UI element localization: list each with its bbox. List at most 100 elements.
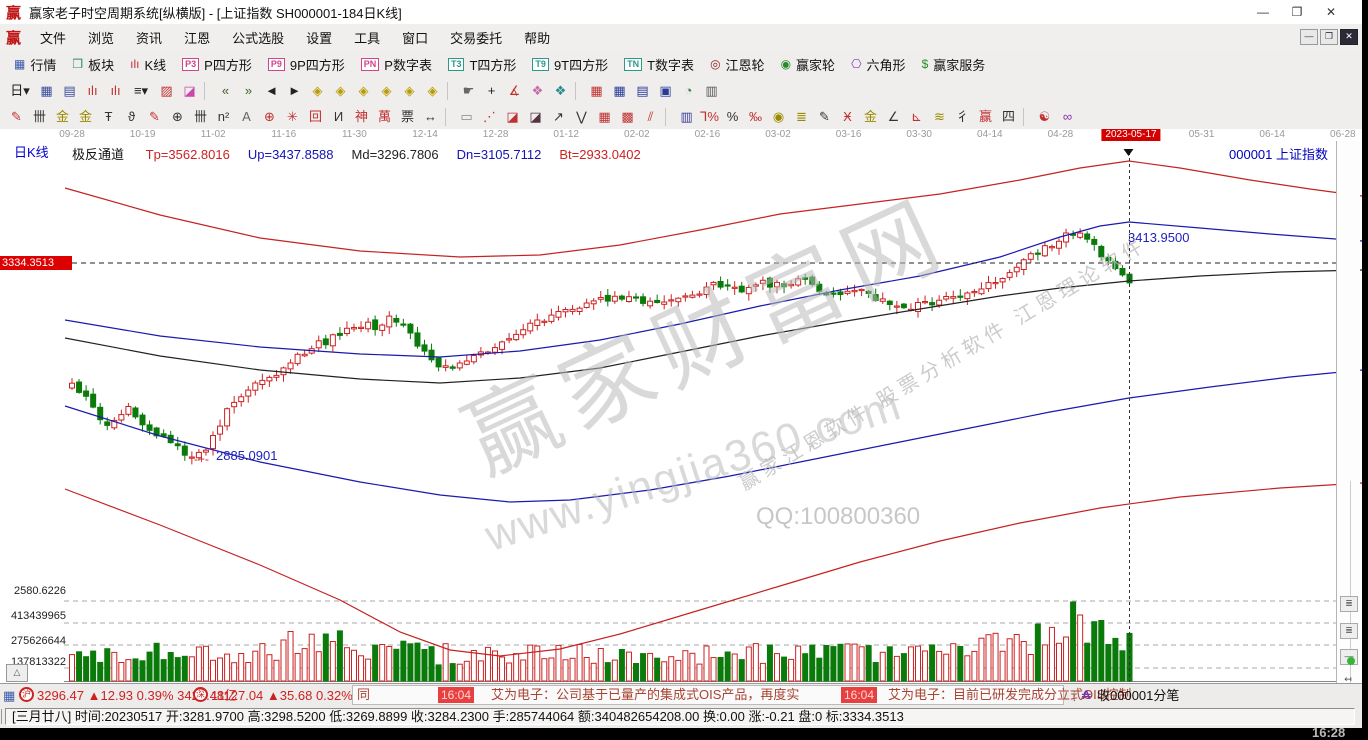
toolbar-winner-wheel-button[interactable]: ◉赢家轮 [773, 52, 844, 76]
wan-grid-icon[interactable]: 萬 [373, 107, 396, 127]
zigzag-icon[interactable]: ⋁ [570, 107, 593, 127]
restore-button[interactable]: ❐ [1280, 5, 1314, 19]
quote-grid-icon[interactable]: ▦ [3, 687, 15, 704]
menu-item-工具[interactable]: 工具 [343, 28, 391, 47]
spiral-icon[interactable]: ϑ [120, 107, 143, 127]
infinity-icon[interactable]: ∞ [1056, 107, 1079, 127]
volume-scale-button[interactable]: △ [6, 664, 28, 682]
red-grid-2-icon[interactable]: ▩ [616, 107, 639, 127]
zoom-in-right-icon[interactable]: ◈ [329, 81, 352, 101]
red-grid-1-icon[interactable]: ▦ [593, 107, 616, 127]
calculator-icon[interactable]: ▦ [608, 81, 631, 101]
mdi-minimize-button[interactable]: — [1300, 29, 1318, 45]
gold-grid-1-icon[interactable]: 金 [51, 107, 74, 127]
toolbar-hexagon-button[interactable]: ⎔六角形 [843, 52, 914, 76]
j-angle-icon[interactable]: ∠ [882, 107, 905, 127]
grid-lines-icon[interactable]: 卌 [28, 107, 51, 127]
nav-last-icon[interactable]: » [237, 81, 260, 101]
hatch-icon[interactable]: ⫽ [639, 107, 662, 127]
toolbar-t-square-button[interactable]: T3T四方形 [440, 52, 524, 76]
a-cross-icon[interactable]: Ӿ [836, 107, 859, 127]
square-spiral-icon[interactable]: 回 [304, 107, 327, 127]
period-day-dropdown-icon[interactable]: 日▾ [5, 81, 35, 101]
toolbar-p-number-table-button[interactable]: PNP数字表 [353, 52, 440, 76]
toolbar-t-number-table-button[interactable]: TNT数字表 [616, 52, 702, 76]
menu-item-窗口[interactable]: 窗口 [391, 28, 439, 47]
starburst-icon[interactable]: ✳ [281, 107, 304, 127]
nav-next-icon[interactable]: ► [283, 81, 306, 101]
circle-cross-icon[interactable]: ⊕ [166, 107, 189, 127]
gold-circle-icon[interactable]: ◉ [767, 107, 790, 127]
angle-measure-icon[interactable]: ∡ [503, 81, 526, 101]
zoom-all-icon[interactable]: ◈ [398, 81, 421, 101]
n-squared-icon[interactable]: n² [212, 107, 235, 127]
shen-grid-icon[interactable]: 神 [350, 107, 373, 127]
nav-prev-icon[interactable]: ◄ [260, 81, 283, 101]
si-grid-icon[interactable]: 四 [997, 107, 1020, 127]
fan-dark-icon[interactable]: ◪ [524, 107, 547, 127]
menu-item-江恩[interactable]: 江恩 [173, 28, 221, 47]
toolbar-quotes-button[interactable]: ▦行情 [6, 52, 64, 76]
toolbar-p9-square-button[interactable]: P99P四方形 [260, 52, 353, 76]
brush-2-icon[interactable]: ✎ [143, 107, 166, 127]
menu-item-文件[interactable]: 文件 [29, 28, 77, 47]
toolbar-kline-button[interactable]: ılıK线 [122, 52, 174, 76]
crosshair-icon[interactable]: + [480, 81, 503, 101]
chart-window-icon[interactable]: ▦ [35, 81, 58, 101]
wave-icon[interactable]: И [327, 107, 350, 127]
zoom-h-compress-icon[interactable]: ◈ [375, 81, 398, 101]
side-zoom-button-2[interactable]: ≣ [1340, 623, 1358, 639]
chi-icon[interactable]: 彳 [951, 107, 974, 127]
minimize-button[interactable]: — [1246, 5, 1280, 19]
menu-item-公式选股[interactable]: 公式选股 [221, 28, 295, 47]
news-text-2[interactable]: 艾为电子：目前已研发完成分立式OIS控制 [888, 687, 1131, 703]
side-slider-thumb[interactable] [1347, 657, 1355, 665]
mini-bars-3-icon[interactable]: ılı [81, 81, 104, 101]
mini-bars-9-icon[interactable]: ılı [104, 81, 127, 101]
chart-tool-icon[interactable]: ◔ [677, 81, 700, 101]
calendar-icon[interactable]: ▦ [585, 81, 608, 101]
mdi-restore-button[interactable]: ❐ [1320, 29, 1338, 45]
gold-bars-icon[interactable]: ≣ [790, 107, 813, 127]
nav-first-icon[interactable]: « [214, 81, 237, 101]
piao-grid-icon[interactable]: 票 [396, 107, 419, 127]
list-panel-icon[interactable]: ▤ [58, 81, 81, 101]
toolbar-sectors-button[interactable]: ❒板块 [64, 52, 122, 76]
news-ticker[interactable]: 同 16:04 艾为电子：公司基于已量产的集成式OIS产品，再度实 16:04 … [352, 685, 1064, 705]
tick-panel-label[interactable]: 收000001分笔 [1097, 687, 1179, 704]
gold-line-icon[interactable]: 金 [859, 107, 882, 127]
pink-net-icon[interactable]: ❖ [526, 81, 549, 101]
kline-chart[interactable] [0, 141, 1362, 683]
column-tool-icon[interactable]: ▥ [675, 107, 698, 127]
toolbar-winner-service-button[interactable]: $赢家服务 [914, 52, 994, 76]
candle-type-dropdown-icon[interactable]: ≡▾ [127, 81, 155, 101]
trend-arrow-icon[interactable]: ↗ [547, 107, 570, 127]
taichi-icon[interactable]: ☯ [1033, 107, 1056, 127]
menu-item-设置[interactable]: 设置 [295, 28, 343, 47]
save-icon[interactable]: ▣ [654, 81, 677, 101]
gann-target-icon[interactable]: ⊕ [258, 107, 281, 127]
menu-item-帮助[interactable]: 帮助 [513, 28, 561, 47]
toolbar-gann-wheel-button[interactable]: ◎江恩轮 [702, 52, 773, 76]
kline-select-icon[interactable]: ▨ [155, 81, 178, 101]
screenshot-icon[interactable]: ▥ [700, 81, 723, 101]
zoom-h-expand-icon[interactable]: ◈ [352, 81, 375, 101]
brush-icon[interactable]: ✎ [5, 107, 28, 127]
ledger-icon[interactable]: ▤ [631, 81, 654, 101]
mdi-close-button[interactable]: ✕ [1340, 29, 1358, 45]
chart-area[interactable]: 赢家财富网 www.yingjia360.com QQ:100800360 赢家… [0, 141, 1362, 683]
menu-item-浏览[interactable]: 浏览 [77, 28, 125, 47]
news-text-1[interactable]: 艾为电子：公司基于已量产的集成式OIS产品，再度实 [491, 687, 799, 703]
f-angle-icon[interactable]: ⊾ [905, 107, 928, 127]
ink-brush-icon[interactable]: ✎ [813, 107, 836, 127]
f-grid-icon[interactable]: Ŧ [97, 107, 120, 127]
pct-box-icon[interactable]: ⅂% [698, 107, 721, 127]
multi-line-icon[interactable]: ≋ [928, 107, 951, 127]
h-measure-icon[interactable]: ↔ [419, 107, 442, 127]
percent-icon[interactable]: % [721, 107, 744, 127]
a-lines-icon[interactable]: A [235, 107, 258, 127]
dense-grid-icon[interactable]: 卌 [189, 107, 212, 127]
fan-box-icon[interactable]: ◪ [501, 107, 524, 127]
teal-net-icon[interactable]: ❖ [549, 81, 572, 101]
drag-hand-icon[interactable]: ☛ [457, 81, 480, 101]
